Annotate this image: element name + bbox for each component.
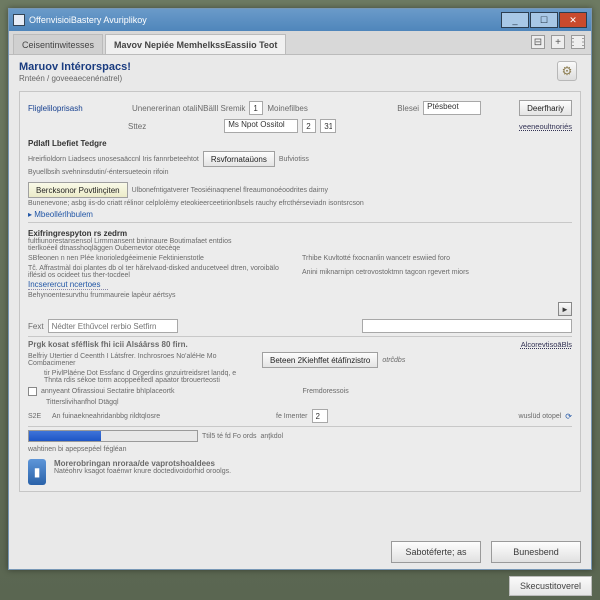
section-profile: Pdlafl Lbefiet Tedgre: [28, 139, 572, 148]
chk1-label: annyeant Ofirassioui Sectatire bhïplaceo…: [41, 388, 174, 395]
preset-label: Blesei: [397, 104, 419, 113]
chk1-right: Fremdoressois: [302, 388, 348, 395]
titlebar[interactable]: OffenvisioiBastery Avuriplikoy _ ☐ ✕: [9, 9, 591, 31]
checkbox-a[interactable]: [28, 387, 37, 396]
loop-label: wuslüd otopel: [518, 413, 561, 420]
tab-bar: Ceisentinwitesses Mavov Nepiée Memhelkss…: [9, 31, 591, 55]
panel1-desc: Unenererinan otaliNBälll Sremik: [132, 104, 245, 113]
reset-link[interactable]: veeneoultnoriés: [519, 122, 572, 131]
p2-l5: Behynoentesurvthu frummaureie lapèur aér…: [28, 292, 572, 299]
row-button[interactable]: Beteen 2Kiehffet étáfínzistro: [262, 352, 378, 368]
insert-button[interactable]: Bercksonor Povtlinçiten: [28, 182, 128, 198]
search-label: Fext: [28, 322, 44, 331]
style-spin-a[interactable]: [302, 119, 316, 133]
lock-text: An fuinaekneahridanbbg rildtqlosre: [52, 413, 272, 420]
p2-l1: fultfiunorestansensol Lirmmansent bninna…: [28, 238, 572, 245]
info-banner: ▮ Morerobringan nroraa/de vaprotshoaldee…: [28, 459, 572, 485]
tab-current[interactable]: Mavov Nepiée MemhelkssEassiio Teot: [105, 34, 286, 54]
num-input[interactable]: [312, 409, 328, 423]
style-label: Sttez: [128, 122, 146, 131]
rowset-header: Prgk kosat sféflisk fhi icii Alsáârss 80…: [28, 340, 188, 349]
window-controls: _ ☐ ✕: [500, 12, 587, 28]
window-title: OffenvisioiBastery Avuriplikoy: [29, 15, 147, 25]
progress-text-a: Ttil5 té fd Fo ords: [202, 433, 256, 440]
app-icon: [13, 14, 25, 26]
progress-text-b: anţkdol: [260, 433, 283, 440]
p2-r2: Anini miknarnipn cetrovostoktmn tagcon r…: [302, 269, 469, 276]
rowA: Belfriy Utertier d Ceentth I Látsfrer. I…: [28, 353, 258, 367]
dialog-footer: Sabotéferte; as Bunesbend: [19, 541, 581, 563]
rowset-action[interactable]: AlcorevtisoāBls: [521, 340, 572, 349]
back-link[interactable]: ▸ Mbeollérlhbulem: [28, 210, 572, 219]
p2-l2: tierlkoéeil dtnasshoqläggen Oubemevtor o…: [28, 245, 572, 252]
tab-new-icon[interactable]: +: [551, 35, 565, 49]
maximize-button[interactable]: ☐: [530, 12, 558, 28]
p1-text2: Byuellbsih svehninsdutin/-éntersueteoin …: [28, 169, 572, 176]
reformat-button[interactable]: Rsvfornataüons: [203, 151, 275, 167]
spin-label: Moinefilbes: [267, 104, 307, 113]
search-result-input[interactable]: [362, 319, 572, 333]
reformat-check-label: Bufviotiss: [279, 156, 309, 163]
section-export: Exifringrespyton rs zedrm: [28, 229, 572, 238]
preset-select[interactable]: Ptésbeot: [423, 101, 481, 115]
insert-desc: Ulbonefntigatverer Teosiéinaqnenel flrea…: [132, 187, 328, 194]
cancel-button[interactable]: Bunesbend: [491, 541, 581, 563]
rowC: tir PivlPläéne Dot Essfanc d Orgerdins g…: [44, 370, 572, 377]
progress-bar: [28, 430, 198, 442]
progress-fill: [29, 431, 101, 441]
panel-config: Fligleliloprisash Unenererinan otaliNBäl…: [19, 91, 581, 492]
p2-l4: Tĉ. Affrastmàl doi plantes db ol ter hăr…: [28, 265, 298, 279]
lock-desc: Titterslivihanfhol Dtägql: [46, 399, 119, 406]
info-icon: ▮: [28, 459, 46, 485]
minimize-button[interactable]: _: [501, 12, 529, 28]
gear-icon[interactable]: ⚙: [557, 61, 577, 81]
p2-l3: SBfeonen n nen Plée knorioledgéeimenie F…: [28, 255, 298, 262]
tab-overflow-icon[interactable]: ⋮⋮: [571, 35, 585, 49]
rowC2: Thnta rdis sékoe torm acoppeéltedl apaat…: [44, 377, 572, 384]
tab-previous[interactable]: Ceisentinwitesses: [13, 34, 103, 54]
play-icon[interactable]: ►: [558, 302, 572, 316]
page-subtitle: Rnteén / goveeaecenénatrel): [19, 74, 581, 83]
panel-footer-note: wahtinen bi apepsepéel fégléan: [28, 446, 572, 453]
insert-link[interactable]: Incserercut ncertoes: [28, 280, 108, 290]
num-label: fe Imenter: [276, 413, 308, 420]
panel1-header: Fligleliloprisash: [28, 104, 128, 113]
banner-line2: Natéohrv ksagot foaénwr knure doctedivoi…: [54, 468, 231, 475]
deactivate-button[interactable]: Deerfhariy: [519, 100, 572, 116]
page-title: Maruov Intérorspacs!: [19, 61, 581, 73]
insert-desc2: Bunenevone; asbg iis-do criatt rélinor c…: [28, 200, 572, 207]
banner-line1: Morerobringan nroraa/de vaprotshoaldees: [54, 459, 231, 468]
app-window: OffenvisioiBastery Avuriplikoy _ ☐ ✕ Cei…: [8, 8, 592, 570]
taskbar-status[interactable]: Skecustitoverel: [509, 576, 592, 596]
ok-button[interactable]: Sabotéferte; as: [391, 541, 481, 563]
tab-pin-icon[interactable]: ⊟: [531, 35, 545, 49]
content-area: Maruov Intérorspacs! Rnteén / goveeaecen…: [9, 55, 591, 569]
style-select[interactable]: Ms Npot Ossitol: [224, 119, 298, 133]
close-button[interactable]: ✕: [559, 12, 587, 28]
loop-icon[interactable]: ⟳: [565, 412, 572, 421]
p2-r1: Trhibe Kuvltotté fxocnanlin wancetr eswi…: [302, 255, 450, 262]
p1-text: Hreirfioldorn Liadsecs unosesaäccnl Iris…: [28, 156, 199, 163]
lock-label: S2E: [28, 413, 48, 420]
spin-count[interactable]: [249, 101, 263, 115]
search-input[interactable]: [48, 319, 178, 333]
style-spin-b[interactable]: [320, 119, 336, 133]
